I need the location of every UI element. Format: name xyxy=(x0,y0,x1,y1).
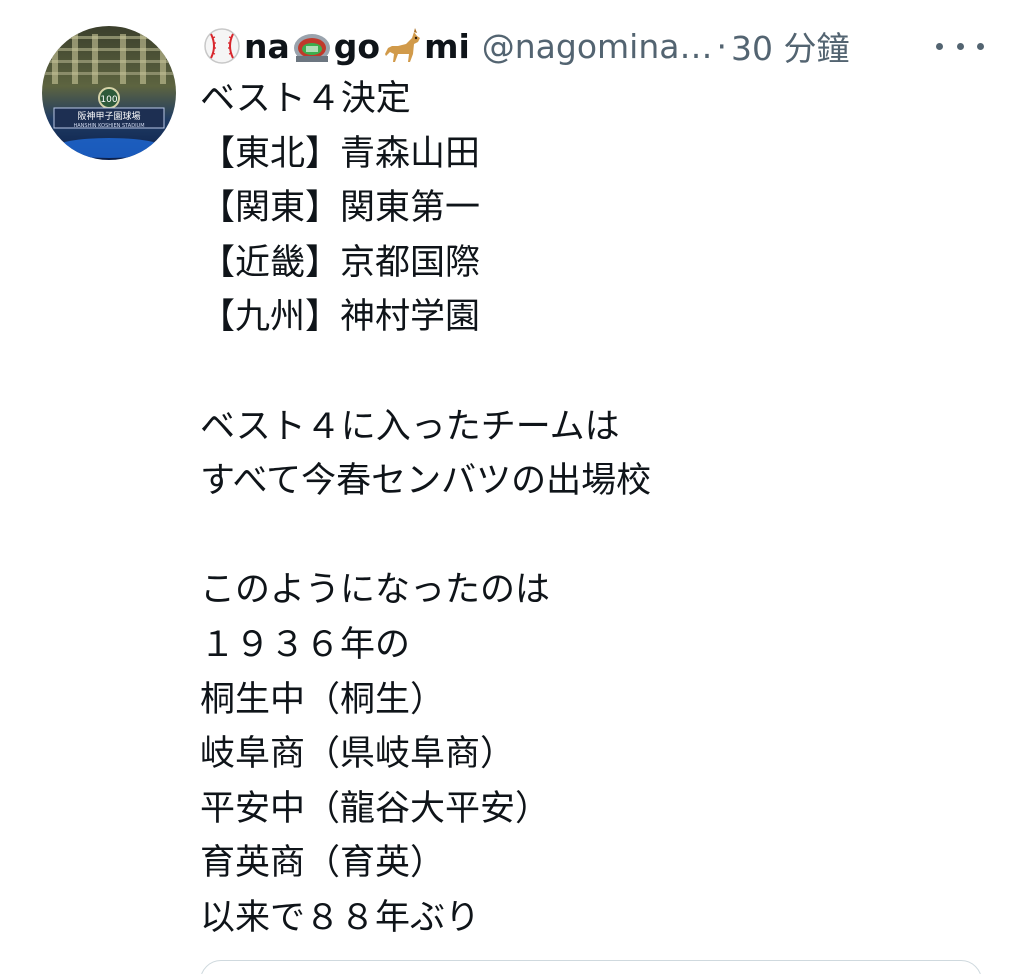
tweet-line: 【関東】関東第一 xyxy=(200,188,481,229)
more-dot xyxy=(936,42,943,50)
svg-text:阪神甲子園球場: 阪神甲子園球場 xyxy=(77,110,140,122)
tweet-line: ベスト４決定 xyxy=(200,79,411,119)
avatar[interactable]: 100 阪神甲子園球場 HANSHIN KOSHIEN STADIUM xyxy=(42,26,176,160)
author-handle[interactable]: @nagomina… xyxy=(482,27,713,66)
tweet-header: na go mi @nagomina… · 30 分鐘 xyxy=(200,20,849,72)
author-name-part: mi xyxy=(424,26,470,66)
tweet-text: ベスト４決定 【東北】青森山田 【関東】関東第一 【近畿】京都国際 【九州】神村… xyxy=(200,72,990,946)
svg-text:HANSHIN KOSHIEN STADIUM: HANSHIN KOSHIEN STADIUM xyxy=(73,123,144,129)
tweet-line: ベスト４に入ったチームは xyxy=(200,406,620,447)
author-name-part: na xyxy=(244,26,290,66)
author-name[interactable]: na go mi xyxy=(200,26,470,66)
more-dot xyxy=(956,42,964,50)
tweet-line: 育英商（育英） xyxy=(200,843,446,884)
tweet-line: 以来で８８年ぶり xyxy=(200,897,481,938)
tweet-line: 【東北】青森山田 xyxy=(200,133,481,174)
tweet-line: 桐生中（桐生） xyxy=(200,679,446,720)
svg-text:100: 100 xyxy=(100,95,117,105)
tweet-line: 【九州】神村学園 xyxy=(200,297,481,338)
tweet-line: すべて今春センバツの出場校 xyxy=(200,461,652,502)
tweet-line: 岐阜商（県岐阜商） xyxy=(200,734,516,775)
author-name-part: go xyxy=(333,26,381,66)
tweet-line: 平安中（龍谷大平安） xyxy=(200,788,551,829)
stadium-emoji xyxy=(292,26,332,66)
baseball-emoji xyxy=(202,26,242,66)
quoted-card[interactable] xyxy=(200,960,982,974)
timestamp[interactable]: 30 分鐘 xyxy=(731,22,849,70)
koshien-stadium-photo: 100 阪神甲子園球場 HANSHIN KOSHIEN STADIUM xyxy=(42,26,176,160)
tweet-line: １９３６年の xyxy=(200,624,411,665)
tweet-line: 【近畿】京都国際 xyxy=(200,242,481,283)
dog-emoji xyxy=(382,26,422,66)
tweet-line: このようになったのは xyxy=(200,570,551,611)
more-horizontal-icon[interactable] xyxy=(936,28,984,64)
tweet[interactable]: 100 阪神甲子園球場 HANSHIN KOSHIEN STADIUM na g… xyxy=(0,0,1024,974)
more-dot xyxy=(977,42,984,50)
separator-dot: · xyxy=(716,26,728,66)
